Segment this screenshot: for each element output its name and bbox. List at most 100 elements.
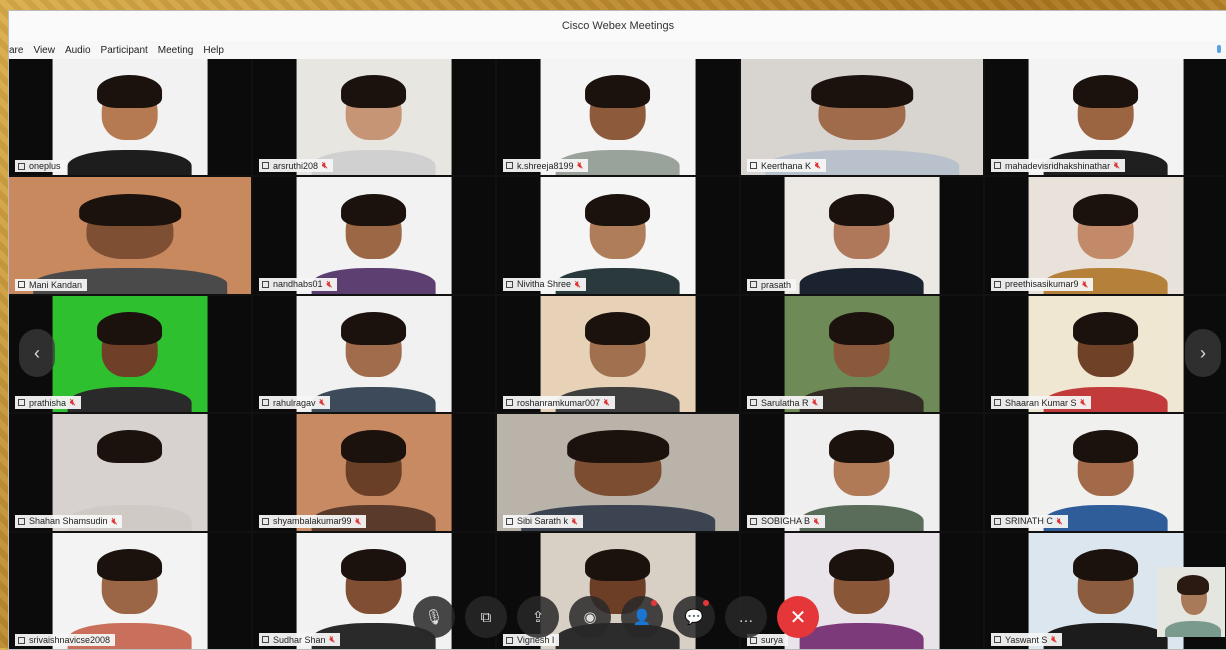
device-icon	[750, 399, 757, 407]
chat-button[interactable]: 💬	[673, 596, 715, 638]
muted-mic-icon: 🔇︎	[575, 278, 581, 289]
participant-tile[interactable]: roshanramkumar007 🔇︎	[497, 295, 739, 413]
participant-name-label: oneplus	[15, 160, 66, 173]
participant-tile[interactable]: SRINATH C 🔇︎	[985, 414, 1226, 531]
title-bar: Cisco Webex Meetings	[9, 11, 1226, 41]
menu-item-meeting[interactable]: Meeting	[158, 45, 194, 56]
meeting-controls: 🎙 ⧉ ⇪ ◉ 👤 💬 … ✕	[413, 595, 819, 639]
participant-name: Keerthana K	[761, 160, 812, 171]
participant-tile[interactable]: arsruthi208 🔇︎	[253, 59, 495, 176]
menu-item-share[interactable]: are	[9, 45, 23, 56]
participant-video	[52, 532, 208, 649]
participant-name-label: Sibi Sarath k 🔇︎	[503, 514, 583, 528]
participant-tile[interactable]: Nivitha Shree 🔇︎	[497, 177, 739, 294]
participant-body	[68, 149, 192, 176]
participant-tile[interactable]: preethisasikumar9 🔇︎	[985, 177, 1226, 294]
notification-dot	[703, 600, 709, 606]
muted-mic-icon: 🔇︎	[1080, 397, 1087, 408]
participant-name: roshanramkumar007	[517, 397, 601, 408]
participant-name: k.shreeja8199	[517, 160, 574, 171]
device-icon	[262, 517, 269, 525]
participant-tile[interactable]: SOBIGHA B 🔇︎	[741, 414, 983, 531]
participant-tile[interactable]: Keerthana K 🔇︎	[741, 59, 983, 176]
participant-tile[interactable]: Mani Kandan	[9, 177, 251, 294]
mute-button[interactable]: 🎙	[413, 596, 455, 638]
participant-video	[296, 59, 452, 176]
participant-tile[interactable]: srivaishnavicse2008	[9, 532, 251, 649]
menu-bar: are View Audio Participant Meeting Help	[9, 41, 1226, 59]
muted-mic-icon: 🔇︎	[70, 397, 76, 408]
participant-body	[1044, 623, 1168, 649]
participant-name-label: Mani Kandan	[15, 278, 88, 291]
more-button[interactable]: …	[725, 596, 767, 638]
chat-icon: 💬	[684, 609, 704, 626]
participant-hair	[585, 193, 651, 227]
end-meeting-icon: ✕	[789, 606, 807, 629]
participant-tile[interactable]: Shahan Shamsudin 🔇︎	[9, 414, 251, 531]
participant-name-label: prathisha 🔇︎	[15, 396, 81, 410]
participant-tile[interactable]: shyambalakumar99 🔇︎	[253, 414, 495, 531]
participant-video	[52, 295, 208, 413]
participant-hair	[1073, 75, 1139, 108]
participant-tile[interactable]: prasath	[741, 177, 983, 294]
device-icon	[994, 399, 1001, 407]
participant-name: Shahan Shamsudin	[29, 516, 108, 527]
participant-name-label: preethisasikumar9 🔇︎	[991, 277, 1094, 291]
menu-item-participant[interactable]: Participant	[101, 45, 148, 56]
video-grid: oneplus arsruthi208 🔇︎ k.shreeja8199 🔇︎	[9, 59, 1226, 649]
participant-hair	[1073, 548, 1139, 582]
muted-mic-icon: 🔇︎	[329, 634, 336, 644]
participant-hair	[567, 430, 669, 464]
participant-tile[interactable]: Sibi Sarath k 🔇︎	[497, 414, 739, 531]
participant-video	[1028, 414, 1184, 531]
menu-item-view[interactable]: View	[33, 45, 55, 56]
video-button[interactable]: ⧉	[465, 596, 507, 638]
participant-name: Sarulatha R	[761, 397, 809, 408]
menu-item-help[interactable]: Help	[203, 45, 224, 56]
device-icon	[262, 399, 269, 407]
device-icon	[750, 517, 757, 525]
device-icon	[506, 280, 513, 288]
participant-name-label: roshanramkumar007 🔇︎	[503, 396, 615, 410]
participant-video	[52, 59, 208, 176]
muted-mic-icon: 🔇︎	[355, 515, 362, 526]
participant-name-label: prasath	[747, 278, 797, 291]
record-button[interactable]: ◉	[569, 596, 611, 638]
participant-tile[interactable]: oneplus	[9, 59, 251, 176]
muted-mic-icon: 🔇︎	[577, 160, 584, 171]
participant-hair	[585, 548, 651, 582]
menu-item-audio[interactable]: Audio	[65, 45, 91, 56]
participants-button[interactable]: 👤	[621, 596, 663, 638]
device-icon	[18, 399, 25, 407]
window-title: Cisco Webex Meetings	[561, 20, 675, 32]
participant-name: SRINATH C	[1005, 516, 1053, 527]
participant-tile[interactable]: rahulragav 🔇︎	[253, 295, 495, 413]
participant-hair	[1073, 430, 1139, 464]
participant-hair	[341, 193, 407, 227]
prev-page-button[interactable]: ‹	[19, 329, 55, 377]
participant-name: Nivitha Shree	[517, 279, 572, 290]
participant-hair	[1073, 312, 1139, 345]
participant-tile[interactable]: k.shreeja8199 🔇︎	[497, 59, 739, 176]
self-view[interactable]	[1157, 567, 1225, 637]
participant-name-label: Yaswant S 🔇︎	[991, 633, 1063, 646]
participant-video	[784, 295, 940, 413]
participant-name-label: rahulragav 🔇︎	[259, 396, 331, 410]
device-icon	[262, 280, 269, 288]
participant-name-label: Nivitha Shree 🔇︎	[503, 277, 586, 291]
participant-tile[interactable]: nandhabs01 🔇︎	[253, 177, 495, 294]
device-icon	[18, 281, 25, 289]
participant-tile[interactable]: Sarulatha R 🔇︎	[741, 295, 983, 413]
participant-video	[296, 177, 452, 294]
muted-mic-icon: 🔇︎	[572, 515, 578, 526]
participant-hair	[97, 430, 163, 464]
muted-mic-icon: 🔇︎	[322, 160, 328, 171]
end-meeting-button[interactable]: ✕	[777, 596, 819, 638]
muted-mic-icon: 🔇︎	[319, 397, 326, 408]
participant-name-label: nandhabs01 🔇︎	[259, 277, 338, 291]
device-icon	[18, 636, 25, 644]
share-button[interactable]: ⇪	[517, 596, 559, 638]
next-page-button[interactable]: ›	[1185, 329, 1221, 377]
device-icon	[18, 162, 25, 170]
participant-tile[interactable]: mahadevisridhakshinathar 🔇︎	[985, 59, 1226, 176]
